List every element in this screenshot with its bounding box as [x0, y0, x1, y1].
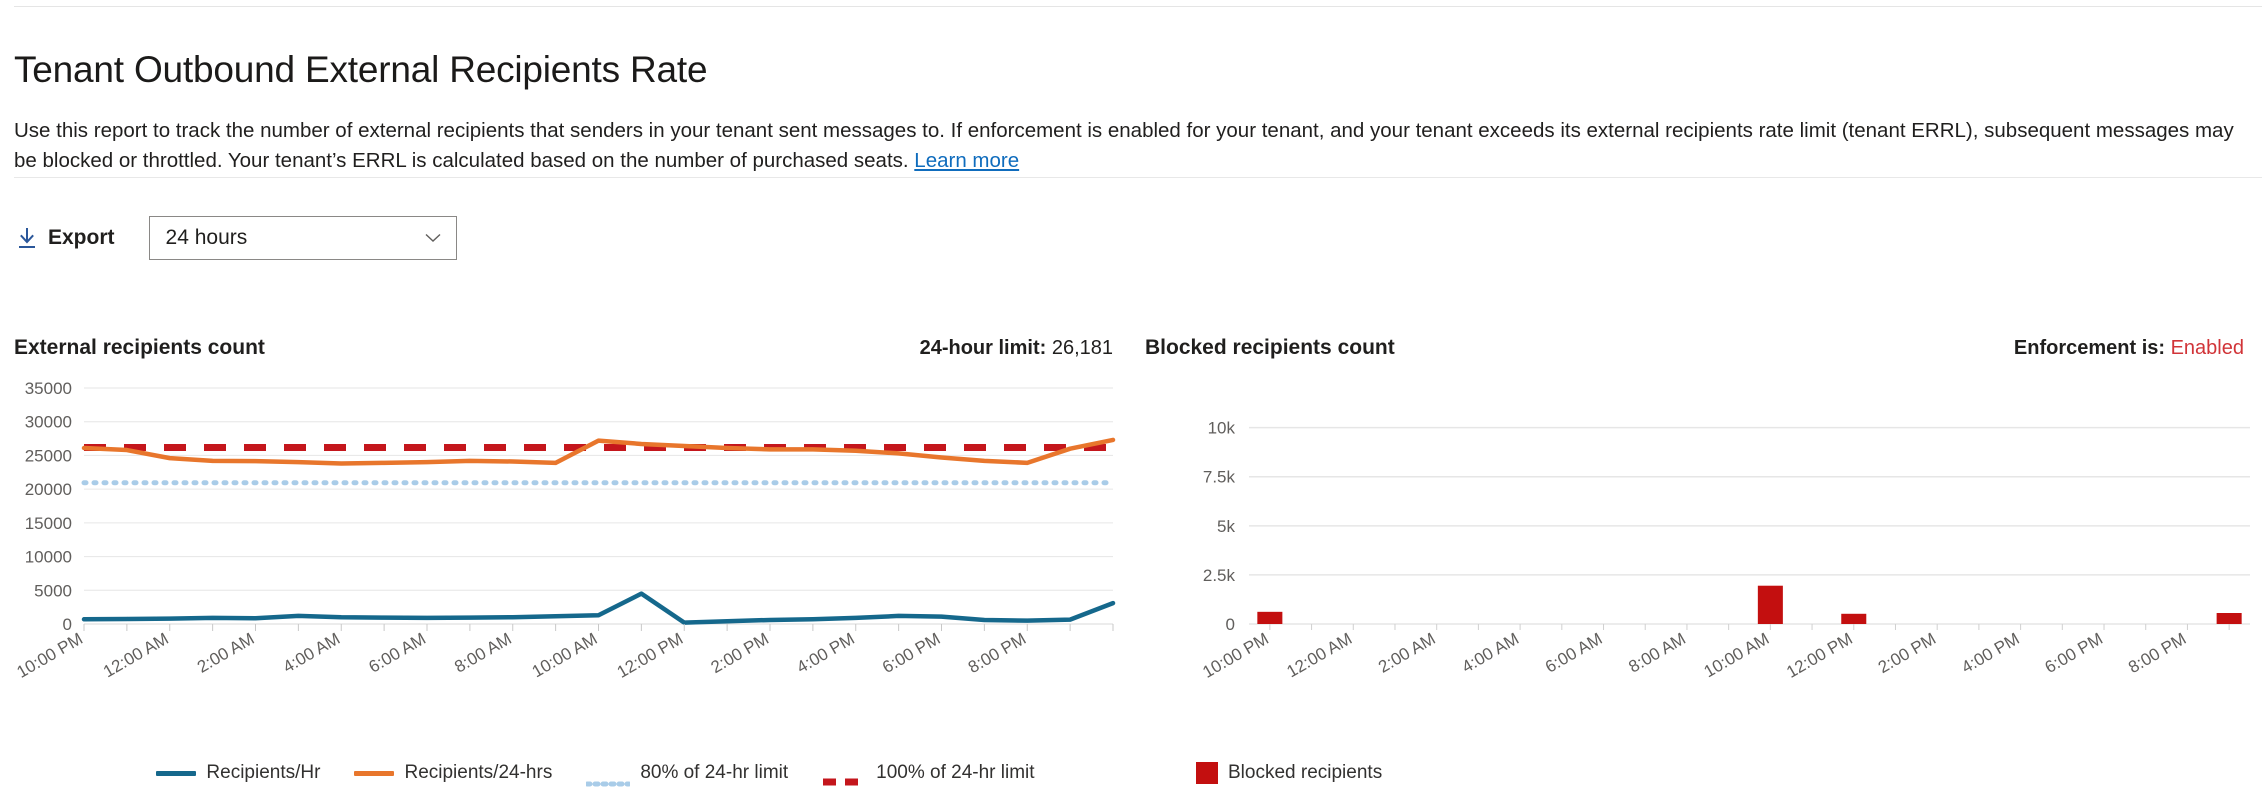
left-panel-title: External recipients count — [14, 336, 265, 359]
svg-text:12:00 PM: 12:00 PM — [1783, 629, 1856, 682]
svg-text:2:00 PM: 2:00 PM — [1875, 629, 1939, 677]
svg-text:2:00 AM: 2:00 AM — [194, 629, 258, 677]
svg-text:4:00 AM: 4:00 AM — [280, 629, 344, 677]
svg-text:12:00 AM: 12:00 AM — [1284, 629, 1356, 681]
svg-text:6:00 PM: 6:00 PM — [2042, 629, 2106, 677]
svg-text:12:00 PM: 12:00 PM — [614, 629, 687, 682]
learn-more-link[interactable]: Learn more — [914, 149, 1019, 172]
legend-swatch-box-red — [1196, 762, 1218, 784]
charts-region: External recipients count 24-hour limit:… — [0, 330, 2262, 792]
top-divider — [14, 6, 2262, 7]
svg-text:8:00 AM: 8:00 AM — [1625, 629, 1689, 677]
svg-text:8:00 PM: 8:00 PM — [965, 629, 1029, 677]
svg-text:5000: 5000 — [34, 581, 72, 600]
report-page: Tenant Outbound External Recipients Rate… — [0, 0, 2262, 792]
timespan-dropdown[interactable]: 24 hours — [148, 216, 457, 260]
right-panel-meta: Enforcement is: Enabled — [2014, 337, 2244, 360]
svg-text:30000: 30000 — [25, 413, 72, 432]
report-toolbar: Export 24 hours — [14, 216, 457, 260]
download-icon — [16, 226, 38, 250]
svg-text:12:00 AM: 12:00 AM — [100, 629, 172, 681]
svg-text:2:00 PM: 2:00 PM — [708, 629, 772, 677]
section-divider — [14, 177, 2262, 178]
chevron-down-icon — [424, 229, 442, 247]
svg-text:10:00 PM: 10:00 PM — [1199, 629, 1272, 682]
page-title: Tenant Outbound External Recipients Rate — [14, 48, 708, 90]
svg-text:2:00 AM: 2:00 AM — [1375, 629, 1439, 677]
timespan-value: 24 hours — [165, 226, 248, 249]
svg-text:5k: 5k — [1217, 517, 1235, 536]
legend-label: Blocked recipients — [1228, 762, 1383, 783]
right-chart-legend: Blocked recipients — [0, 762, 2262, 784]
line-chart[interactable]: 0 5000 10000 15000 20000 25000 30000 35000 10:00… — [0, 374, 1131, 704]
svg-text:6:00 AM: 6:00 AM — [1542, 629, 1606, 677]
svg-text:6:00 AM: 6:00 AM — [365, 629, 429, 677]
description-text: Use this report to track the number of e… — [14, 118, 2234, 172]
svg-text:7.5k: 7.5k — [1203, 468, 1236, 487]
svg-text:10:00 AM: 10:00 AM — [1701, 629, 1773, 681]
svg-text:10000: 10000 — [25, 548, 72, 567]
page-description: Use this report to track the number of e… — [14, 116, 2244, 176]
export-label: Export — [48, 226, 115, 249]
external-recipients-panel: External recipients count 24-hour limit:… — [0, 330, 1131, 792]
svg-text:4:00 PM: 4:00 PM — [1958, 629, 2022, 677]
right-panel-header: Blocked recipients count Enforcement is:… — [1145, 330, 2244, 366]
svg-text:10k: 10k — [1208, 419, 1236, 438]
svg-text:4:00 AM: 4:00 AM — [1459, 629, 1523, 677]
blocked-recipients-panel: Blocked recipients count Enforcement is:… — [1131, 330, 2262, 792]
svg-text:10:00 PM: 10:00 PM — [13, 629, 86, 682]
limit-value: 26,181 — [1051, 336, 1113, 359]
svg-text:0: 0 — [1226, 615, 1235, 634]
svg-text:0: 0 — [63, 615, 72, 634]
svg-text:25000: 25000 — [25, 446, 72, 465]
enforcement-label: Enforcement is: — [2013, 336, 2171, 359]
svg-text:15000: 15000 — [25, 514, 72, 533]
limit-label: 24-hour limit: — [919, 336, 1052, 359]
svg-text:4:00 PM: 4:00 PM — [793, 629, 857, 677]
left-panel-meta: 24-hour limit: 26,181 — [920, 337, 1113, 360]
legend-item-blocked-recipients[interactable]: Blocked recipients — [1196, 762, 1382, 784]
svg-text:20000: 20000 — [25, 480, 72, 499]
left-panel-header: External recipients count 24-hour limit:… — [14, 330, 1113, 366]
svg-text:6:00 PM: 6:00 PM — [879, 629, 943, 677]
svg-text:8:00 AM: 8:00 AM — [451, 629, 515, 677]
svg-text:35000: 35000 — [25, 379, 72, 398]
export-button[interactable]: Export — [14, 222, 121, 254]
svg-text:8:00 PM: 8:00 PM — [2125, 629, 2189, 677]
svg-text:2.5k: 2.5k — [1203, 566, 1236, 585]
bar-chart[interactable]: 0 2.5k 5k 7.5k 10k 10:00 PM 12:00 AM 2:00 AM 4:0… — [1131, 374, 2262, 704]
enforcement-status-badge: Enabled — [2170, 336, 2244, 359]
right-panel-title: Blocked recipients count — [1145, 336, 1395, 359]
svg-text:10:00 AM: 10:00 AM — [529, 629, 601, 681]
